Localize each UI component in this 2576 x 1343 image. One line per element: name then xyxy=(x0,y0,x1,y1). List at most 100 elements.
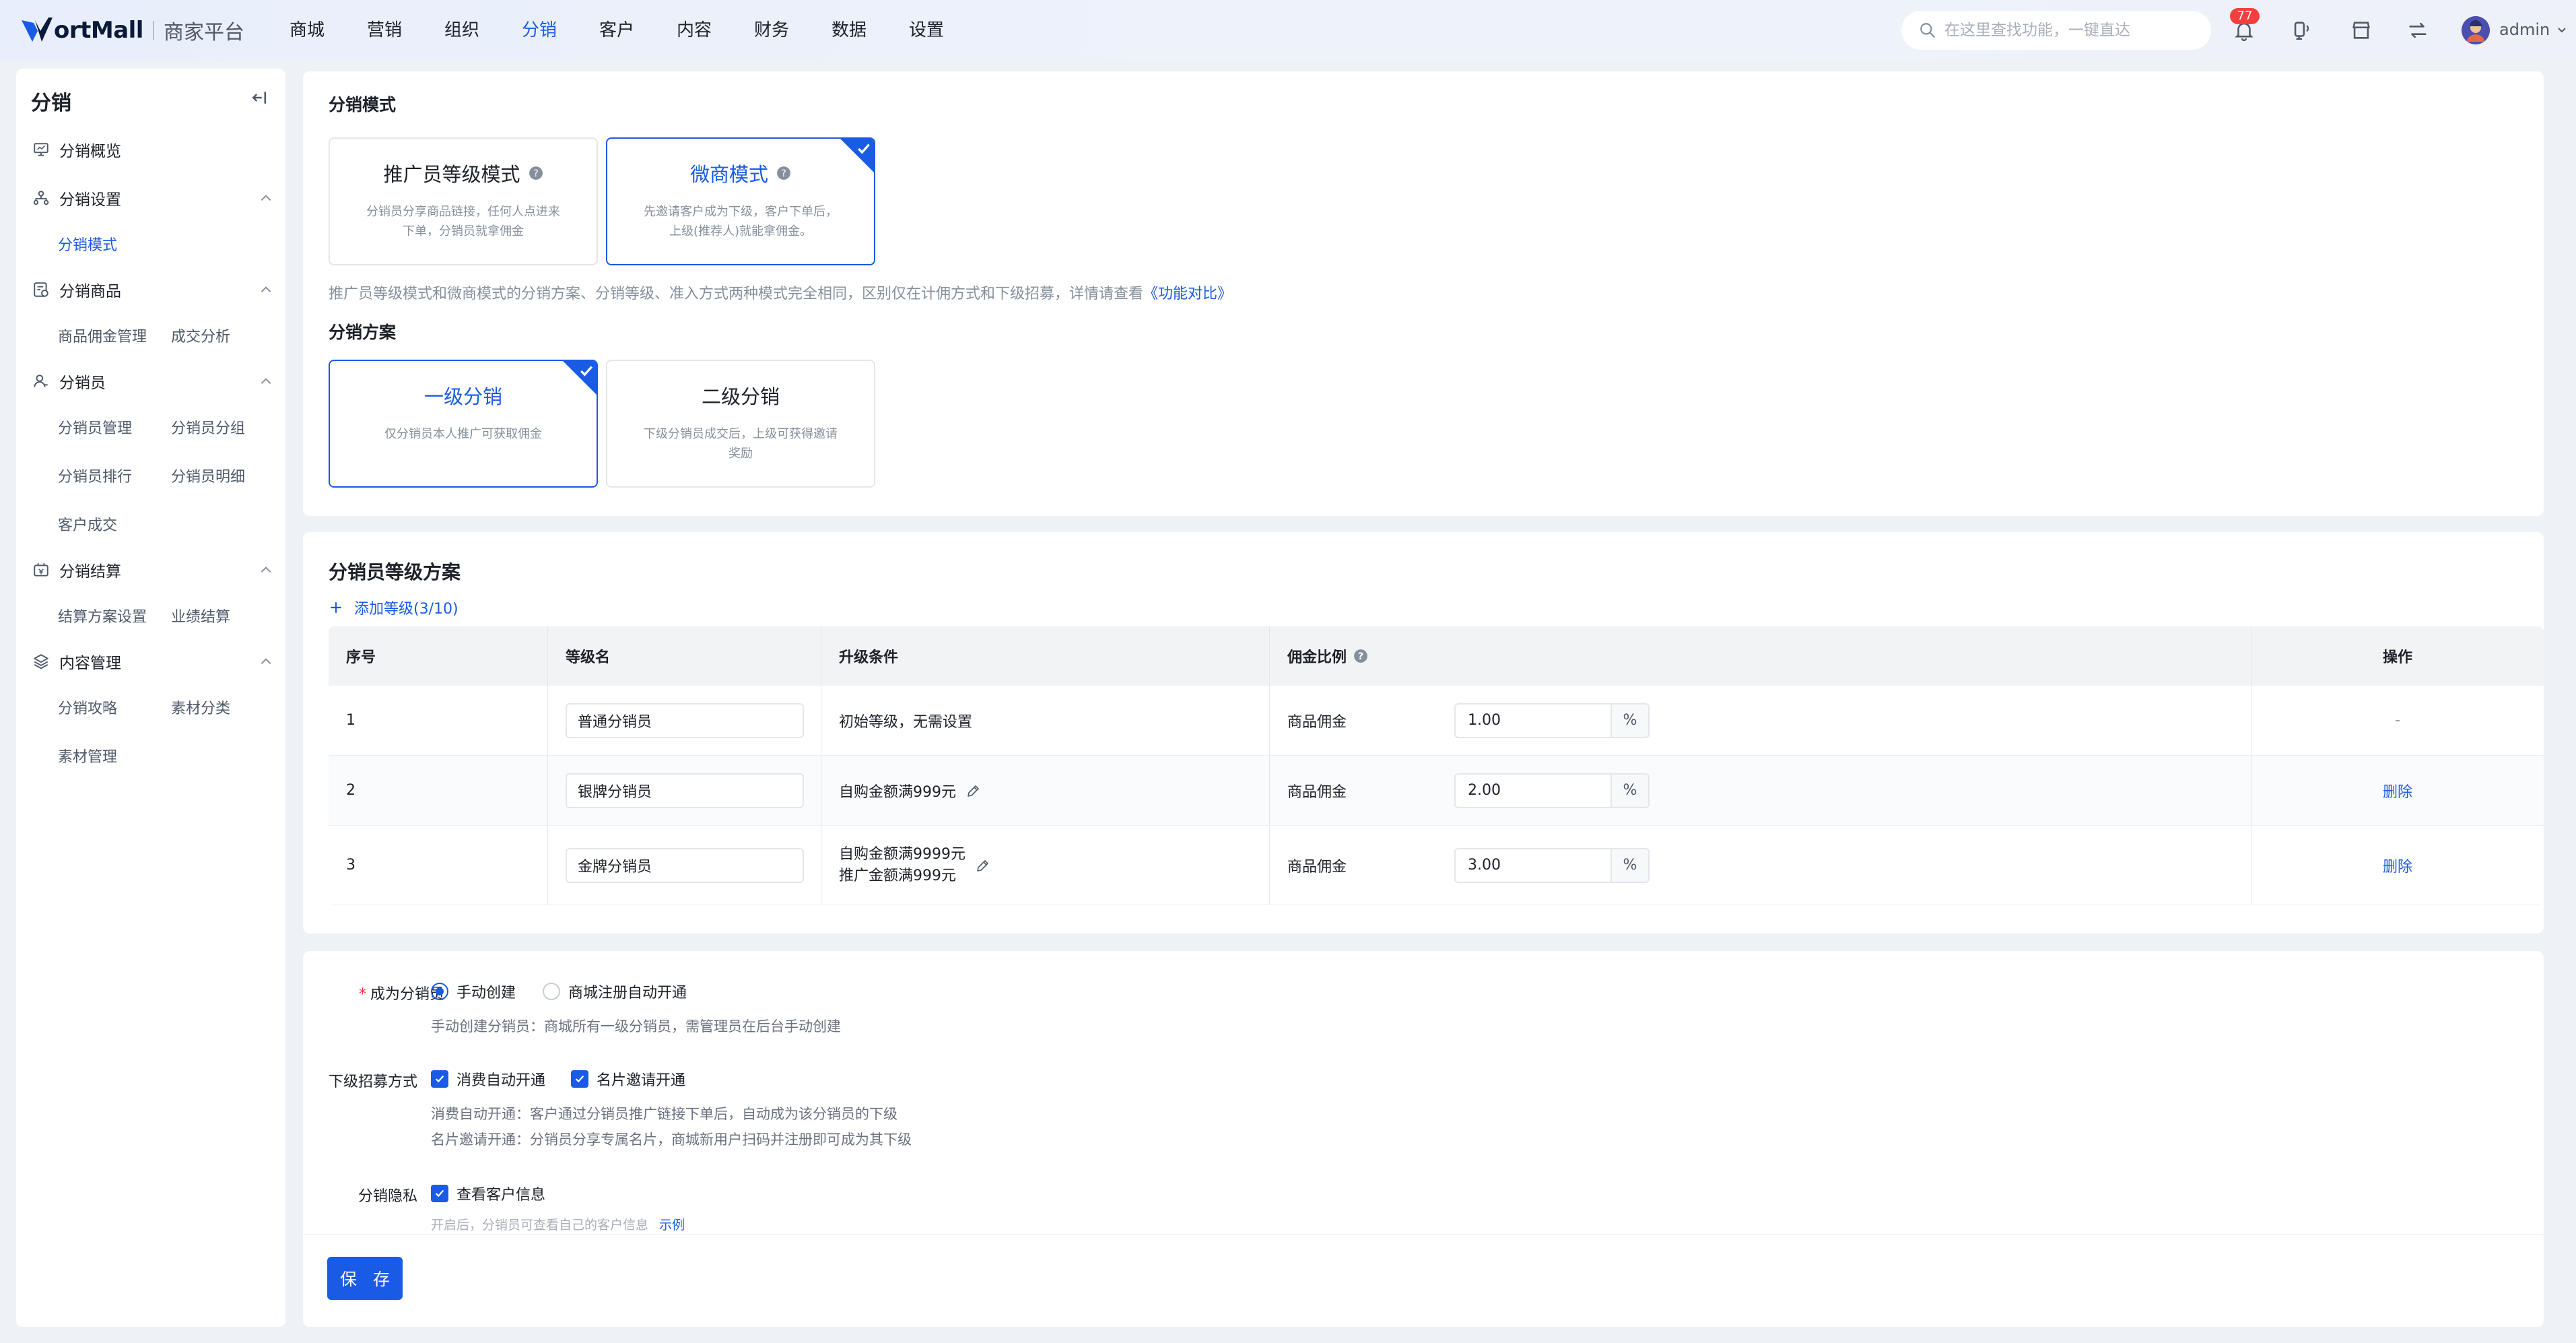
sidebar-group-distributors[interactable]: 分销员 xyxy=(32,368,275,395)
checkbox[interactable] xyxy=(431,1070,448,1088)
checkbox[interactable] xyxy=(431,1185,448,1202)
commission-cell: 商品佣金 % xyxy=(1270,756,2251,825)
mode-option-promoter-level[interactable]: 推广员等级模式 ? 分销员分享商品链接，任何人点进来下单，分销员就拿佣金 xyxy=(329,137,598,265)
sidebar-group-settings[interactable]: 分销设置 xyxy=(32,185,275,211)
become-distributor-hint: 手动创建分销员：商城所有一级分销员，需管理员在后台手动创建 xyxy=(431,1018,841,1035)
edit-icon[interactable] xyxy=(965,783,982,799)
chevron-up-icon xyxy=(261,658,271,665)
level-name-cell xyxy=(548,686,821,755)
check-icon xyxy=(858,143,871,154)
search-icon xyxy=(1920,23,1935,38)
option-title-row: 一级分销 xyxy=(330,381,597,410)
store-icon[interactable] xyxy=(2350,19,2373,42)
user-avatar[interactable] xyxy=(2462,16,2490,44)
checkbox-card-invite-open[interactable]: 名片邀请开通 xyxy=(571,1068,685,1090)
sidebar-item-deal-analysis[interactable]: 成交分析 xyxy=(171,325,230,346)
level-name-input[interactable] xyxy=(566,773,804,808)
level-name-cell xyxy=(548,826,821,905)
no-action: - xyxy=(2395,712,2400,729)
nav-item-content[interactable]: 内容 xyxy=(677,0,754,61)
row-number: 3 xyxy=(329,826,548,905)
switch-app-icon[interactable] xyxy=(2406,19,2429,42)
nav-item-distribution[interactable]: 分销 xyxy=(522,0,599,61)
sidebar-item-distributor-ranking[interactable]: 分销员排行 xyxy=(58,465,132,486)
save-button[interactable]: 保 存 xyxy=(327,1257,403,1300)
example-link[interactable]: 示例 xyxy=(659,1218,685,1233)
help-icon[interactable]: ? xyxy=(1353,649,1368,663)
global-search[interactable] xyxy=(1901,11,2211,50)
nav-item-marketing[interactable]: 营销 xyxy=(367,0,444,61)
svg-text:?: ? xyxy=(533,168,539,179)
feature-compare-link[interactable]: 《功能对比》 xyxy=(1143,286,1232,302)
layers-icon xyxy=(34,654,48,669)
chevron-up-icon xyxy=(261,195,271,201)
sidebar-item-distributor-management[interactable]: 分销员管理 xyxy=(58,416,132,438)
selected-corner xyxy=(840,139,874,172)
edit-icon[interactable] xyxy=(975,857,991,874)
nav-item-organization[interactable]: 组织 xyxy=(444,0,522,61)
search-input[interactable] xyxy=(1944,22,2200,39)
sidebar-group-goods[interactable]: 分销商品 xyxy=(32,276,275,303)
chevron-up-icon xyxy=(261,566,271,573)
privacy-checkbox[interactable]: 查看客户信息 xyxy=(431,1183,545,1204)
commission-rate-input[interactable] xyxy=(1454,773,1611,808)
sidebar-item-performance-settlement[interactable]: 业绩结算 xyxy=(171,605,230,626)
level-name-input[interactable] xyxy=(566,847,804,883)
sidebar-group-content[interactable]: 内容管理 xyxy=(32,648,275,675)
sidebar-item-distributor-groups[interactable]: 分销员分组 xyxy=(171,416,245,438)
mode-option-wechat-merchant[interactable]: 微商模式 ? 先邀请客户成为下级，客户下单后，上级(推荐人)就能拿佣金。 xyxy=(606,137,875,265)
radio-manual-create[interactable]: 手动创建 xyxy=(431,981,516,1002)
delete-level-button[interactable]: 删除 xyxy=(2383,780,2412,801)
selected-corner xyxy=(563,361,597,395)
commission-rate-input[interactable] xyxy=(1454,702,1611,738)
goods-icon xyxy=(34,282,48,297)
nav-item-finance[interactable]: 财务 xyxy=(754,0,832,61)
sidebar-item-commission-management[interactable]: 商品佣金管理 xyxy=(58,325,147,346)
option-description: 先邀请客户成为下级，客户下单后，上级(推荐人)就能拿佣金。 xyxy=(644,205,838,238)
plan-option-single-level[interactable]: 一级分销 仅分销员本人推广可获取佣金 xyxy=(329,360,598,488)
column-header: 升级条件 xyxy=(821,626,1270,686)
collapse-sidebar-icon[interactable] xyxy=(249,88,269,108)
checkbox[interactable] xyxy=(571,1070,589,1088)
action-cell: 删除 xyxy=(2251,826,2544,905)
help-icon[interactable]: ? xyxy=(776,166,791,181)
sidebar-item-settlement-plan[interactable]: 结算方案设置 xyxy=(58,605,147,626)
help-icon[interactable]: ? xyxy=(529,166,543,181)
brand-logo[interactable]: ortMall 商家平台 xyxy=(20,15,244,46)
level-name-input[interactable] xyxy=(566,702,804,738)
sidebar-group-settlement[interactable]: 分销结算 xyxy=(32,556,275,583)
commission-rate-input[interactable] xyxy=(1454,847,1611,883)
nav-item-data[interactable]: 数据 xyxy=(832,0,909,61)
required-mark: * xyxy=(358,986,366,1003)
sidebar-item-distribution-guide[interactable]: 分销攻略 xyxy=(58,696,117,718)
plan-option-two-level[interactable]: 二级分销 下级分销员成交后，上级可获得邀请奖励 xyxy=(606,360,875,488)
check-icon xyxy=(580,366,593,376)
sidebar-title: 分销 xyxy=(31,92,71,115)
user-menu[interactable]: admin xyxy=(2499,20,2569,39)
sidebar-item-distribution-mode[interactable]: 分销模式 xyxy=(58,233,117,255)
sidebar-group-overview[interactable]: 分销概览 xyxy=(32,136,275,163)
option-title: 微商模式 xyxy=(689,163,768,186)
nav-item-customer[interactable]: 客户 xyxy=(599,0,677,61)
sidebar-item-distributor-details[interactable]: 分销员明细 xyxy=(171,465,245,486)
nav-item-mall[interactable]: 商城 xyxy=(290,0,367,61)
radio-button[interactable] xyxy=(431,983,448,1000)
upgrade-condition: 自购金额满9999元 xyxy=(839,845,965,863)
sidebar-item-customer-deals[interactable]: 客户成交 xyxy=(58,513,117,535)
checkbox-consume-auto-open[interactable]: 消费自动开通 xyxy=(431,1068,545,1090)
add-level-button[interactable]: 添加等级(3/10) xyxy=(329,597,459,618)
level-section-title: 分销员等级方案 xyxy=(329,561,461,583)
service-icon[interactable] xyxy=(2291,19,2313,42)
radio-auto-open[interactable]: 商城注册自动开通 xyxy=(543,981,687,1002)
delete-level-button[interactable]: 删除 xyxy=(2383,855,2412,876)
nav-item-settings[interactable]: 设置 xyxy=(909,0,986,61)
sidebar-item-material-category[interactable]: 素材分类 xyxy=(171,696,230,718)
sidebar-item-material-management[interactable]: 素材管理 xyxy=(58,745,117,766)
sidebar: 分销 分销概览 分销设置 分销模式 分销商品 商品佣金管理 成交分析 分销员 分… xyxy=(16,69,285,1327)
chevron-down-icon xyxy=(2558,28,2566,33)
hint-text: 推广员等级模式和微商模式的分销方案、分销等级、准入方式两种模式完全相同，区别仅在… xyxy=(329,286,1144,302)
radio-button[interactable] xyxy=(543,983,561,1000)
recruit-method-label: 下级招募方式 xyxy=(329,1074,418,1090)
option-title-row: 二级分销 xyxy=(607,381,874,410)
upgrade-condition: 推广金额满999元 xyxy=(839,867,956,884)
